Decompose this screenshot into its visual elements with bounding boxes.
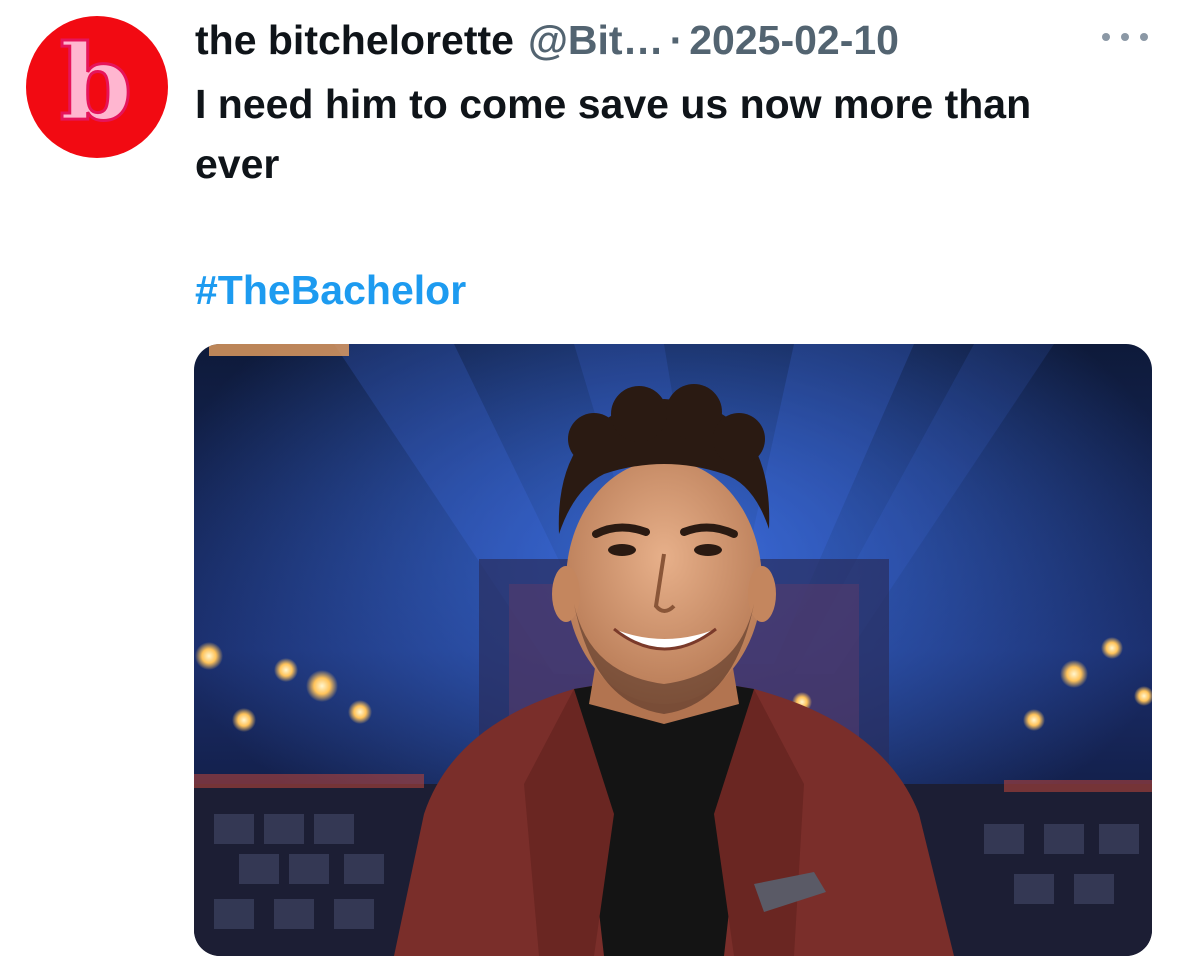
avatar-logo-letter: b [58,21,134,144]
more-dot [1121,33,1129,41]
tweet-date[interactable]: 2025-02-10 [689,17,899,64]
tweet-media-image[interactable] [194,344,1152,956]
display-name[interactable]: the bitchelorette [195,17,514,64]
more-dot [1102,33,1110,41]
tweet[interactable]: b the bitchelorette @Bit… · 2025-02-10 I… [0,0,1179,977]
more-dot [1140,33,1148,41]
more-options-icon[interactable] [1102,22,1148,52]
avatar[interactable]: b [26,16,168,158]
tweet-text: I need him to come save us now more than… [195,81,1032,187]
user-handle[interactable]: @Bit… [528,17,664,64]
tweet-header: the bitchelorette @Bit… · 2025-02-10 [195,12,899,68]
man-in-suit-photo [194,344,1152,956]
hashtag-link[interactable]: #TheBachelor [195,260,466,320]
separator-dot: · [669,16,684,63]
